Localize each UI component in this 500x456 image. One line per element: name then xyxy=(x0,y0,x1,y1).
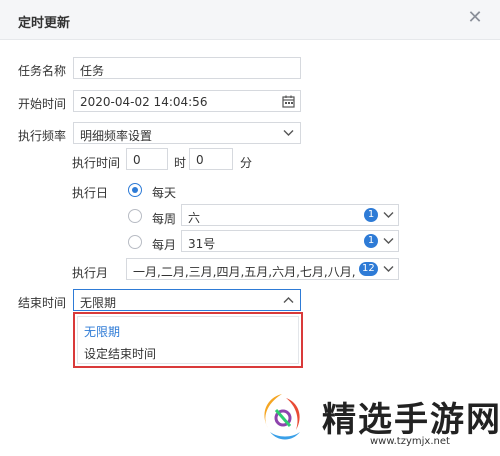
scheduled-update-dialog: 定时更新 ✕ 任务名称 任务 开始时间 2020-04-02 14:04:56 … xyxy=(0,0,500,456)
option-unlimited[interactable]: 无限期 xyxy=(84,323,120,340)
chevron-down-icon xyxy=(383,266,394,272)
exec-month-label: 执行月 xyxy=(72,266,109,280)
exec-month-value: 一月,二月,三月,四月,五月,六月,七月,八月,... xyxy=(133,265,355,279)
end-time-dropdown: 无限期 设定结束时间 xyxy=(73,312,303,368)
task-name-label: 任务名称 xyxy=(18,64,67,78)
monthly-count-badge: 1 xyxy=(364,234,378,248)
chevron-down-icon xyxy=(383,212,394,218)
daily-label: 每天 xyxy=(152,186,177,200)
end-time-options-list: 无限期 设定结束时间 xyxy=(77,316,299,364)
weekly-value: 六 xyxy=(188,211,201,225)
end-time-value: 无限期 xyxy=(80,296,117,310)
option-set-end-time[interactable]: 设定结束时间 xyxy=(84,345,156,362)
dialog-header: 定时更新 ✕ xyxy=(0,0,500,40)
watermark-url: www.tzymjx.net xyxy=(370,436,450,447)
chevron-down-icon xyxy=(383,238,394,244)
end-time-select[interactable]: 无限期 xyxy=(73,289,301,311)
exec-time-label: 执行时间 xyxy=(72,156,121,170)
exec-day-label: 执行日 xyxy=(72,186,109,200)
hour-unit: 时 xyxy=(174,156,187,170)
hour-input[interactable]: 0 xyxy=(126,148,168,170)
weekly-count-badge: 1 xyxy=(364,208,378,222)
exec-month-select[interactable]: 一月,二月,三月,四月,五月,六月,七月,八月,... 12 xyxy=(126,258,399,280)
task-name-value: 任务 xyxy=(80,64,105,78)
frequency-value: 明细频率设置 xyxy=(80,129,153,143)
minute-value: 0 xyxy=(196,153,204,167)
start-time-input[interactable]: 2020-04-02 14:04:56 xyxy=(73,90,301,112)
watermark-text: 精选手游网 xyxy=(322,400,500,440)
exec-month-count-badge: 12 xyxy=(359,262,378,276)
monthly-radio[interactable] xyxy=(128,235,142,249)
daily-radio[interactable] xyxy=(128,183,142,197)
watermark-logo xyxy=(264,394,300,440)
frequency-select[interactable]: 明细频率设置 xyxy=(73,122,301,144)
task-name-input[interactable]: 任务 xyxy=(73,57,301,79)
start-time-label: 开始时间 xyxy=(18,97,67,111)
calendar-icon[interactable] xyxy=(282,95,295,108)
start-time-value: 2020-04-02 14:04:56 xyxy=(80,95,208,109)
monthly-select[interactable]: 31号 1 xyxy=(181,230,399,252)
minute-input[interactable]: 0 xyxy=(189,148,233,170)
weekly-label: 每周 xyxy=(152,212,177,226)
end-time-label: 结束时间 xyxy=(18,296,67,310)
monthly-label: 每月 xyxy=(152,238,177,252)
chevron-down-icon xyxy=(283,130,294,136)
chevron-up-icon xyxy=(283,297,294,303)
dialog-title: 定时更新 xyxy=(18,16,71,31)
weekly-select[interactable]: 六 1 xyxy=(181,204,399,226)
hour-value: 0 xyxy=(133,153,141,167)
close-icon[interactable]: ✕ xyxy=(466,9,484,27)
minute-unit: 分 xyxy=(240,156,253,170)
monthly-value: 31号 xyxy=(188,237,216,251)
frequency-label: 执行频率 xyxy=(18,129,67,143)
weekly-radio[interactable] xyxy=(128,209,142,223)
